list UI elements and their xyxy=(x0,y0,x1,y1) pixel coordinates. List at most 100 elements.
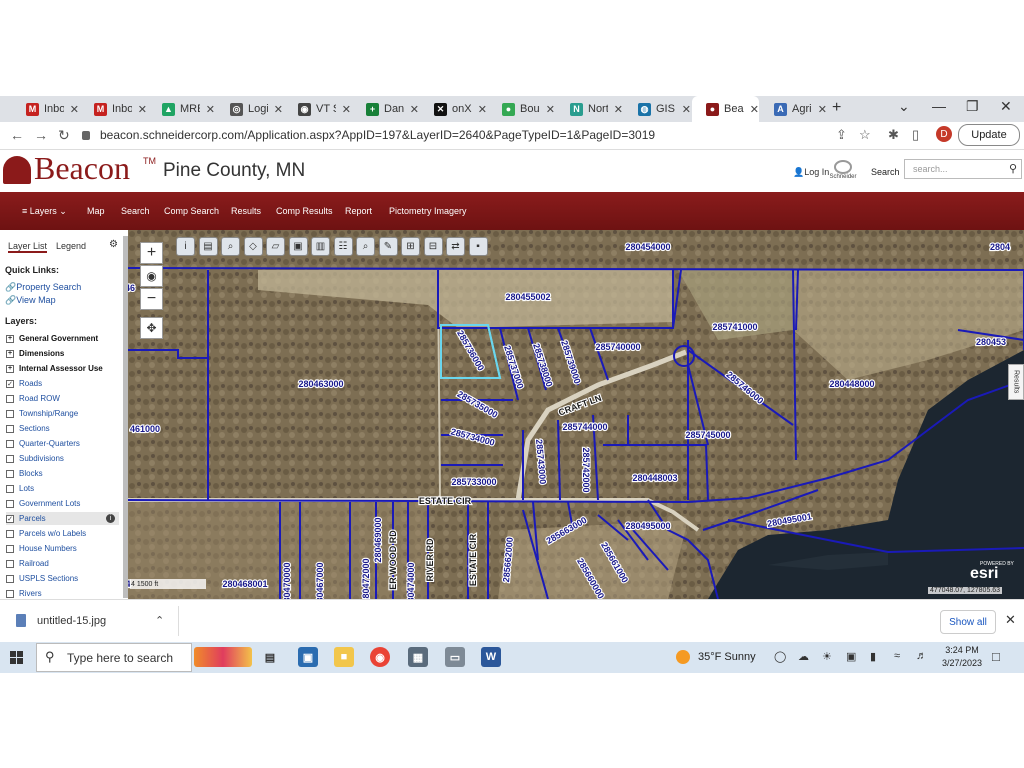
print-icon[interactable]: ▥ xyxy=(311,237,330,256)
layer-item[interactable]: Blocks xyxy=(6,467,119,480)
tab-4[interactable]: ◉ VT S ✕ xyxy=(284,96,351,122)
parcel-label[interactable]: 280463000 xyxy=(297,378,344,390)
parcel-label[interactable]: 285741000 xyxy=(711,321,758,333)
parcel-label[interactable]: 461000 xyxy=(129,423,161,435)
results-side-tab[interactable]: Results xyxy=(1008,364,1024,400)
parcel-label[interactable]: 285742000 xyxy=(580,446,592,493)
calculator-icon[interactable]: ▦ xyxy=(408,647,428,667)
layer-checkbox[interactable] xyxy=(6,424,14,433)
scanner-icon[interactable]: ▭ xyxy=(445,647,465,667)
layer-item[interactable]: Township/Range xyxy=(6,407,119,420)
parcel-label[interactable]: 280469000 xyxy=(372,516,384,563)
layer-checkbox[interactable] xyxy=(6,589,14,598)
layer-item[interactable]: Lots xyxy=(6,482,119,495)
minimize-icon[interactable]: — xyxy=(932,98,946,114)
parcel-label[interactable]: 280495000 xyxy=(624,520,671,532)
layer-item[interactable]: + Dimensions xyxy=(6,347,119,360)
expand-icon[interactable]: + xyxy=(6,349,14,358)
tab-9[interactable]: ◍ GIS ✕ xyxy=(624,96,691,122)
layer-checkbox[interactable]: ✓ xyxy=(6,514,14,523)
close-icon[interactable]: ✕ xyxy=(818,103,827,116)
nav-comp-search[interactable]: Comp Search xyxy=(164,206,219,216)
nav-layers[interactable]: ≡ Layers ⌄ xyxy=(22,206,67,217)
layer-item[interactable]: + General Government xyxy=(6,332,119,345)
layer-checkbox[interactable] xyxy=(6,454,14,463)
url-bar[interactable]: beacon.schneidercorp.com/Application.asp… xyxy=(82,124,882,146)
tab-5[interactable]: + Dan ✕ xyxy=(352,96,419,122)
restore-icon[interactable]: ❐ xyxy=(966,98,979,115)
layer-item[interactable]: Sections xyxy=(6,422,119,435)
extensions-icon[interactable]: ✱ xyxy=(888,127,899,143)
close-window-icon[interactable]: ✕ xyxy=(1000,98,1012,115)
file-explorer-icon[interactable]: ■ xyxy=(334,647,354,667)
parcel-label[interactable]: 280470000 xyxy=(281,561,293,599)
layer-item[interactable]: ✓ Roads xyxy=(6,377,119,390)
parcel-label[interactable]: 2804 xyxy=(989,241,1011,253)
zoom-out-button[interactable]: − xyxy=(140,288,163,310)
reload-icon[interactable]: ↻ xyxy=(58,127,70,144)
tab-7[interactable]: ● Boul ✕ xyxy=(488,96,555,122)
share-icon[interactable]: ⇪ xyxy=(836,127,847,143)
search-map-icon[interactable]: ⌕ xyxy=(356,237,375,256)
map-view[interactable]: 280454000 280455002 285741000 280463000 2857… xyxy=(128,230,1024,599)
search-highlight-image[interactable] xyxy=(194,647,252,667)
parcel-label[interactable]: 280448000 xyxy=(828,378,875,390)
forward-icon[interactable]: → xyxy=(34,127,48,143)
wifi-icon[interactable]: ≈ xyxy=(894,650,900,662)
eraser-icon[interactable]: ▱ xyxy=(266,237,285,256)
show-all-button[interactable]: Show all xyxy=(940,610,996,634)
close-icon[interactable]: ✕ xyxy=(70,103,79,116)
device-icon[interactable]: ▣ xyxy=(846,650,856,663)
layer-checkbox[interactable] xyxy=(6,394,14,403)
task-view-icon[interactable]: ▤ xyxy=(260,647,280,667)
layer-checkbox[interactable] xyxy=(6,439,14,448)
close-icon[interactable]: ✕ xyxy=(750,103,759,116)
layer-checkbox[interactable] xyxy=(6,409,14,418)
layer-item[interactable]: USPLS Sections xyxy=(6,572,119,585)
save-icon[interactable]: ▪ xyxy=(468,237,488,256)
close-icon[interactable]: ✕ xyxy=(274,103,283,116)
chevron-down-icon[interactable]: ⌄ xyxy=(898,98,910,115)
parcel-label[interactable]: 280454000 xyxy=(624,241,671,253)
layer-item[interactable]: Parcels w/o Labels xyxy=(6,527,119,540)
layer-item[interactable]: House Numbers xyxy=(6,542,119,555)
close-icon[interactable]: ✕ xyxy=(206,103,215,116)
layer-item[interactable]: Subdivisions xyxy=(6,452,119,465)
close-icon[interactable]: ✕ xyxy=(546,103,555,116)
settings-icon[interactable]: ⚙ xyxy=(109,239,118,250)
tab-layer-list[interactable]: Layer List xyxy=(8,241,48,253)
parcel-label[interactable]: 285733000 xyxy=(450,476,497,488)
parcel-label[interactable]: 280448003 xyxy=(631,472,678,484)
pan-icon[interactable]: ✥ xyxy=(140,317,163,339)
layer-checkbox[interactable] xyxy=(6,529,14,538)
layer-item[interactable]: + Internal Assessor Use xyxy=(6,362,119,375)
people-icon[interactable]: ◯ xyxy=(774,650,786,663)
draw-icon[interactable]: ✎ xyxy=(378,237,398,256)
close-icon[interactable]: ✕ xyxy=(478,103,487,116)
weather-widget[interactable]: 35°F Sunny xyxy=(676,650,756,664)
parcel-label[interactable]: 280472000 xyxy=(360,557,372,599)
tab-2[interactable]: ▲ MRE ✕ xyxy=(148,96,215,122)
identify-icon[interactable]: i xyxy=(176,237,195,256)
layer-checkbox[interactable] xyxy=(6,499,14,508)
extent-icon[interactable]: ⊞ xyxy=(401,237,420,256)
word-icon[interactable]: W xyxy=(481,647,501,667)
new-tab-button[interactable]: + xyxy=(832,99,841,117)
zoom-box-icon[interactable]: ⌕ xyxy=(221,237,240,256)
back-icon[interactable]: ← xyxy=(10,127,24,143)
parcel-label[interactable]: 280455002 xyxy=(504,291,551,303)
windows-start-icon[interactable] xyxy=(10,651,23,664)
expand-icon[interactable]: + xyxy=(6,364,14,373)
onedrive-icon[interactable]: ☀ xyxy=(822,650,832,663)
buffer-icon[interactable]: ▣ xyxy=(288,237,308,256)
update-button[interactable]: Update xyxy=(958,124,1020,146)
layer-item[interactable]: Rivers xyxy=(6,587,119,598)
notification-icon[interactable]: □ xyxy=(992,649,1000,664)
layer-checkbox[interactable] xyxy=(6,559,14,568)
cloud-icon[interactable]: ☁ xyxy=(798,650,809,663)
nav-report[interactable]: Report xyxy=(345,206,372,216)
layer-item[interactable]: ✓ Parcels i xyxy=(6,512,119,525)
parcel-label[interactable]: 285740000 xyxy=(594,341,641,353)
zoom-in-button[interactable]: + xyxy=(140,242,163,264)
expand-icon[interactable]: + xyxy=(6,334,14,343)
